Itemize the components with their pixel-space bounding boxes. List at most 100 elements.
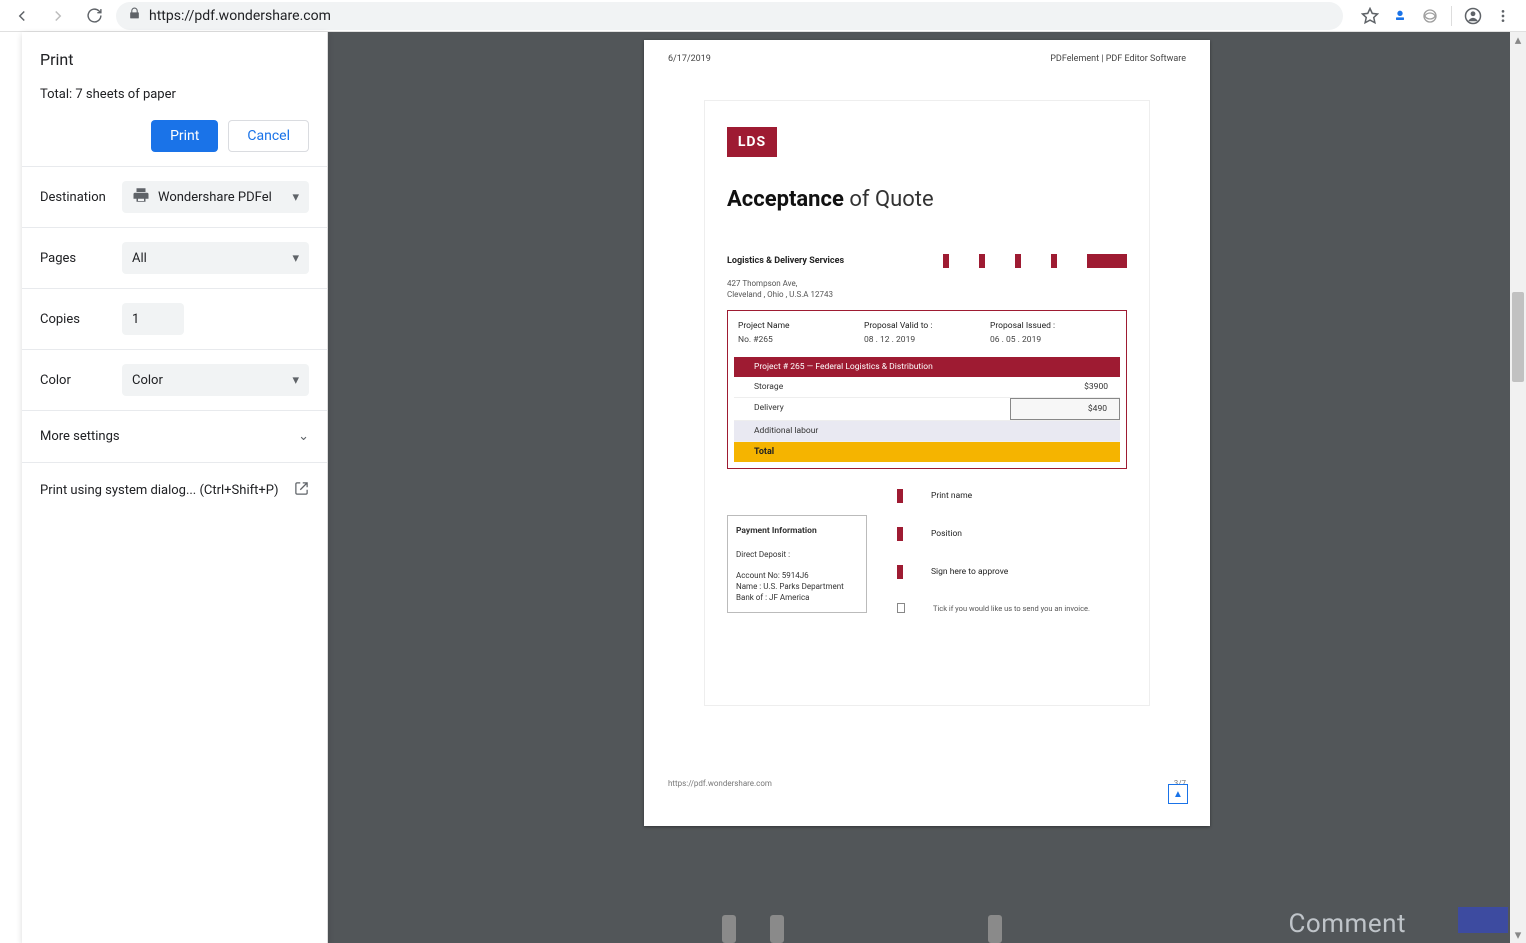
color-row: Color Color ▾ (22, 349, 327, 410)
sign-print-label: Print name (931, 491, 972, 501)
bottom-grid: Payment Information Direct Deposit : Acc… (727, 489, 1127, 613)
line-total-desc: Total (734, 442, 1010, 462)
pages-select[interactable]: All ▾ (122, 242, 309, 274)
address-line1: 427 Thompson Ave, (727, 278, 1127, 289)
tick-icon (1015, 254, 1021, 268)
service-row: Logistics & Delivery Services (727, 254, 1127, 268)
page-date: 6/17/2019 (668, 54, 711, 64)
tick-icon (1087, 254, 1127, 268)
chevron-down-icon: ▾ (292, 251, 299, 266)
payment-box: Payment Information Direct Deposit : Acc… (727, 515, 867, 613)
line-total-amt (1010, 442, 1120, 462)
line-storage-amt: $3900 (1010, 377, 1120, 397)
background-artifact (1458, 907, 1508, 933)
background-artifact (708, 913, 1028, 943)
forward-button[interactable] (44, 2, 72, 30)
tick-icon (1051, 254, 1057, 268)
val-issued: 06 . 05 . 2019 (990, 335, 1116, 345)
system-dialog-link[interactable]: Print using system dialog... (Ctrl+Shift… (22, 462, 327, 518)
scroll-down-icon[interactable]: ▾ (1510, 927, 1526, 943)
color-select[interactable]: Color ▾ (122, 364, 309, 396)
chevron-down-icon: ▾ (292, 190, 299, 205)
tick-icon (897, 489, 903, 503)
scroll-top-button[interactable]: ▲ (1168, 784, 1188, 804)
menu-icon[interactable] (1494, 7, 1512, 25)
page-header-title: PDFelement | PDF Editor Software (1050, 54, 1186, 64)
page-footer: https://pdf.wondershare.com 3/7 (668, 779, 1186, 788)
sign-row-approve: Sign here to approve (897, 565, 1127, 579)
destination-select[interactable]: Wondershare PDFel ▾ (122, 181, 309, 213)
col-issued: Proposal Issued : (990, 321, 1116, 331)
tick-icon (897, 565, 903, 579)
artifact-shape (770, 915, 784, 943)
payment-name: Name : U.S. Parks Department (736, 582, 858, 591)
chevron-down-icon: ⌄ (298, 429, 309, 444)
line-additional-desc: Additional labour (734, 421, 1010, 441)
document-title: Acceptance of Quote (727, 187, 1127, 212)
proposal-values: No. #265 08 . 12 . 2019 06 . 05 . 2019 (728, 335, 1126, 355)
decoration-ticks (943, 254, 1127, 268)
tick-icon (979, 254, 985, 268)
preview-page: 6/17/2019 PDFelement | PDF Editor Softwa… (644, 40, 1210, 826)
profile-icon[interactable] (1464, 7, 1482, 25)
copies-label: Copies (40, 312, 122, 327)
page-header-meta: 6/17/2019 PDFelement | PDF Editor Softwa… (668, 54, 1186, 64)
print-total-value: 7 sheets of paper (75, 87, 176, 102)
print-total-prefix: Total: (40, 87, 75, 102)
val-project: No. #265 (738, 335, 864, 345)
preview-scrollbar[interactable]: ▴ ▾ (1510, 32, 1526, 943)
sign-position-label: Position (931, 529, 962, 539)
line-additional: Additional labour (734, 421, 1120, 442)
title-bold: Acceptance (727, 187, 844, 212)
document-body: LDS Acceptance of Quote Logistics & Deli… (704, 100, 1150, 706)
proposal-headers: Project Name Proposal Valid to : Proposa… (728, 311, 1126, 335)
browser-toolbar: https://pdf.wondershare.com (0, 0, 1526, 32)
project-bar: Project # 265 — Federal Logistics & Dist… (734, 357, 1120, 377)
line-delivery: Delivery $490 (734, 398, 1120, 421)
payment-account: Account No: 5914J6 (736, 571, 858, 580)
pages-label: Pages (40, 251, 122, 266)
more-settings-label: More settings (40, 429, 120, 444)
main-area: Print Total: 7 sheets of paper Print Can… (0, 32, 1526, 943)
star-icon[interactable] (1361, 7, 1379, 25)
extension-icon-2[interactable] (1421, 7, 1439, 25)
system-dialog-label: Print using system dialog... (Ctrl+Shift… (40, 483, 278, 498)
logo-badge: LDS (727, 127, 777, 157)
scroll-up-icon[interactable]: ▴ (1510, 32, 1526, 48)
print-preview: 6/17/2019 PDFelement | PDF Editor Softwa… (328, 32, 1526, 943)
artifact-shape (988, 915, 1002, 943)
sign-row-print: Print name (897, 489, 1127, 503)
line-delivery-desc: Delivery (734, 398, 1010, 420)
back-button[interactable] (8, 2, 36, 30)
col-project: Project Name (738, 321, 864, 331)
tick-icon (897, 527, 903, 541)
val-valid: 08 . 12 . 2019 (864, 335, 990, 345)
checkbox-icon (897, 603, 905, 613)
line-storage-desc: Storage (734, 377, 1010, 397)
line-delivery-amt: $490 (1010, 398, 1120, 420)
payment-title: Payment Information (736, 526, 858, 536)
line-additional-amt (1010, 421, 1120, 441)
print-actions: Print Cancel (40, 120, 309, 152)
destination-value: Wondershare PDFel (158, 190, 272, 205)
proposal-box: Project Name Proposal Valid to : Proposa… (727, 310, 1127, 469)
extension-icon-1[interactable] (1391, 7, 1409, 25)
copies-row: Copies 1 (22, 288, 327, 349)
address-bar[interactable]: https://pdf.wondershare.com (116, 2, 1343, 30)
color-value: Color (132, 373, 163, 388)
reload-button[interactable] (80, 2, 108, 30)
line-total: Total (734, 442, 1120, 462)
address-line2: Cleveland , Ohio , U.S.A 12743 (727, 289, 1127, 300)
print-button[interactable]: Print (151, 120, 218, 152)
tick-icon (943, 254, 949, 268)
sign-approve-label: Sign here to approve (931, 567, 1008, 577)
more-settings-toggle[interactable]: More settings ⌄ (22, 410, 327, 462)
copies-input[interactable]: 1 (122, 303, 184, 335)
service-name: Logistics & Delivery Services (727, 256, 844, 266)
cancel-button[interactable]: Cancel (228, 120, 309, 152)
toolbar-divider (1451, 6, 1452, 26)
signature-column: Print name Position Sign here to approve (897, 489, 1127, 613)
address: 427 Thompson Ave, Cleveland , Ohio , U.S… (727, 278, 1127, 300)
sign-invoice-label: Tick if you would like us to send you an… (933, 604, 1090, 613)
scroll-thumb[interactable] (1512, 292, 1524, 382)
